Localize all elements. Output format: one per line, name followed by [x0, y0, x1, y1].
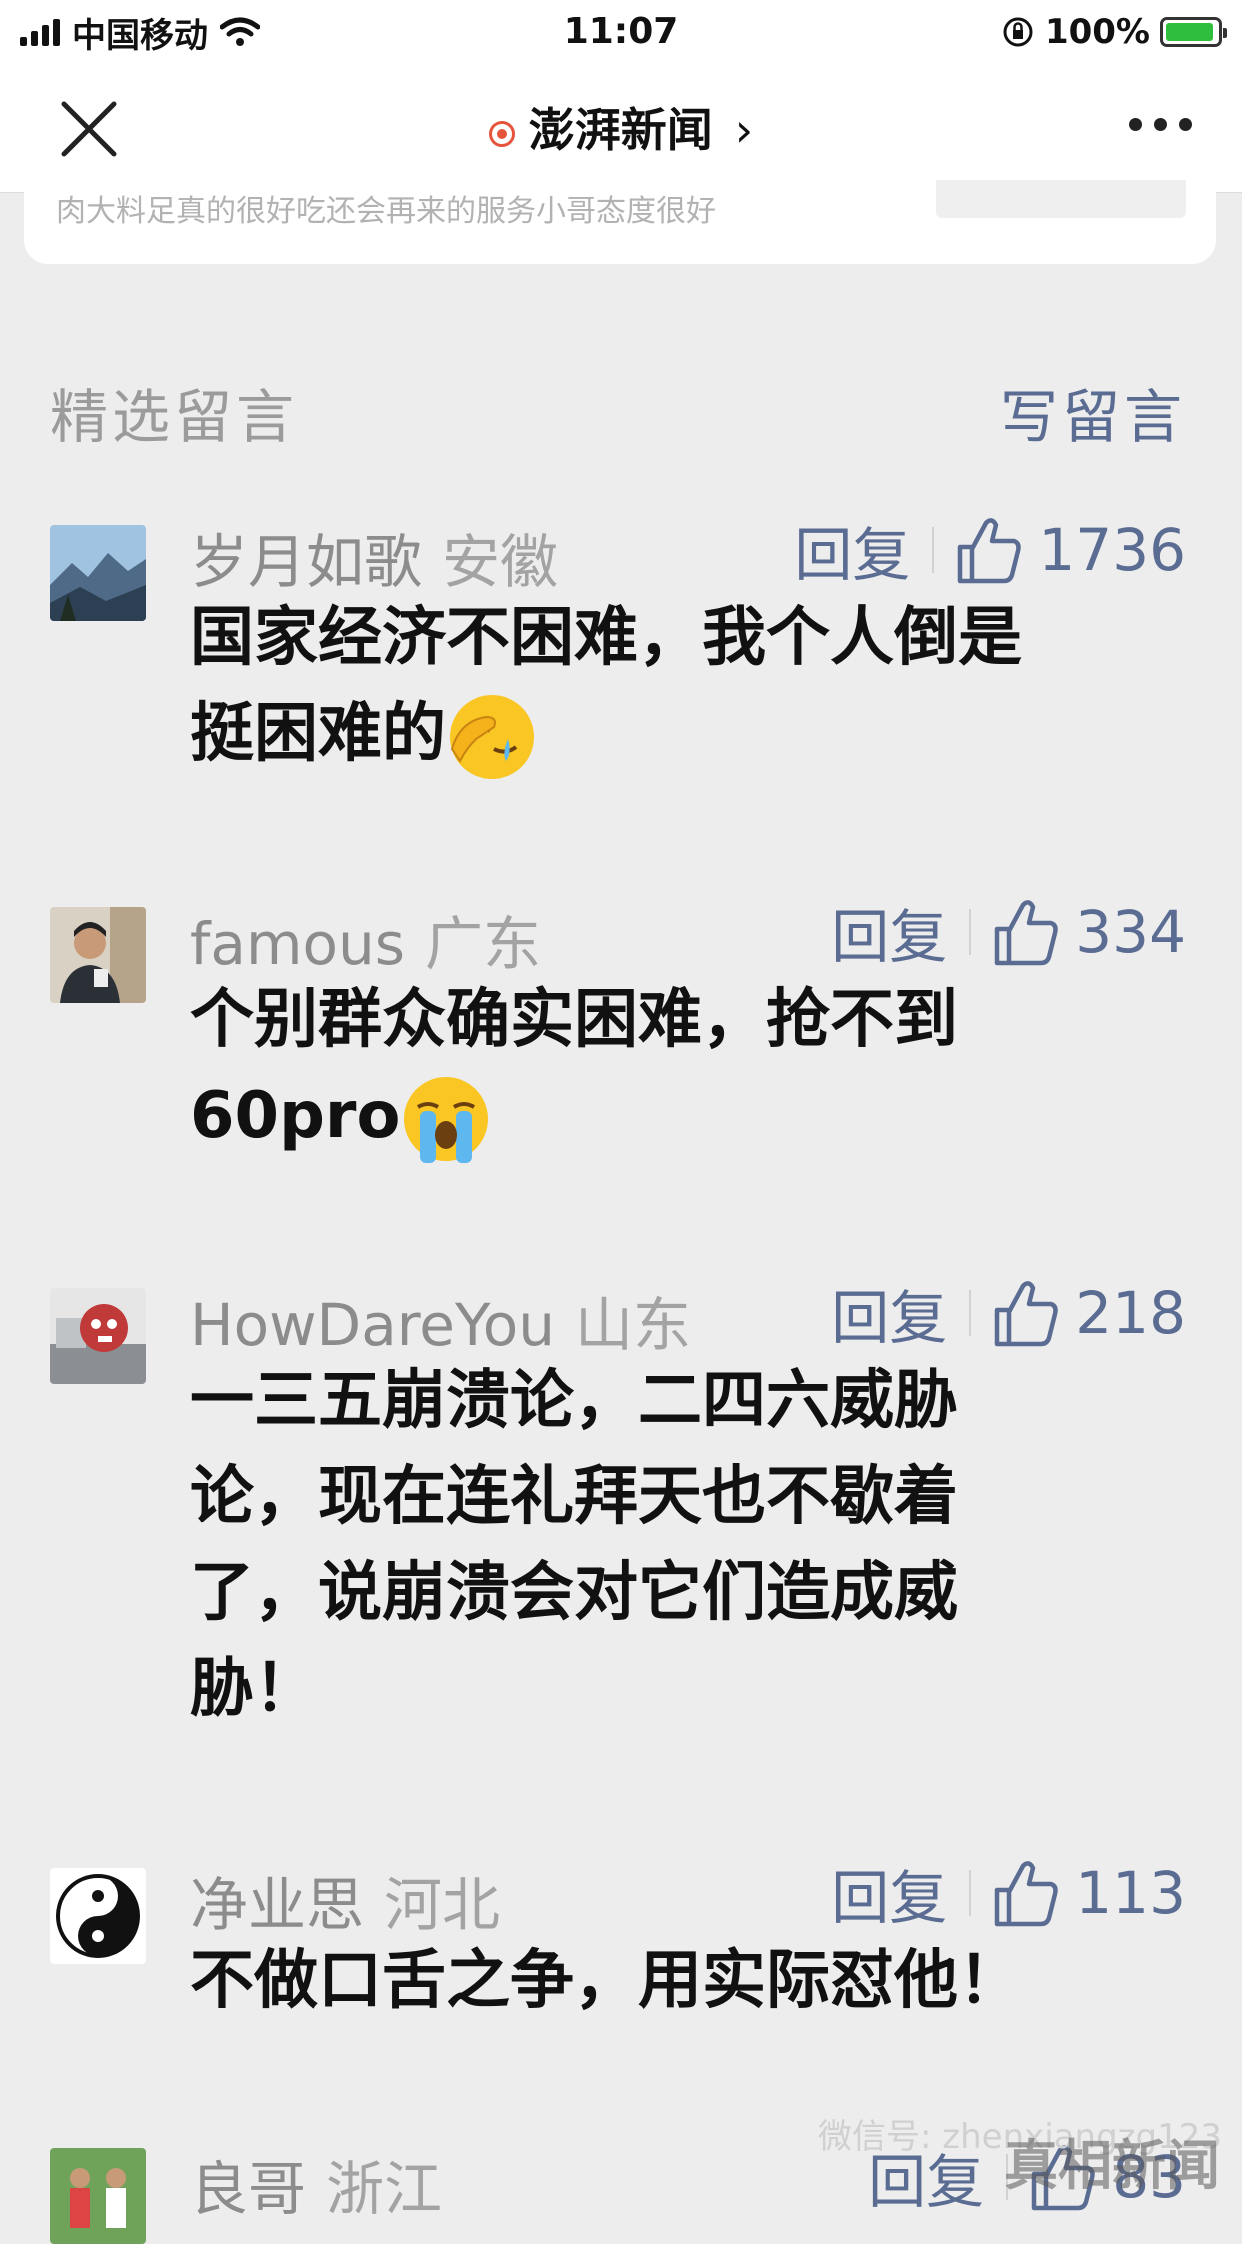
loudly-crying-emoji: [404, 1077, 489, 1164]
section-title: 精选留言: [50, 383, 299, 451]
author-location: 广东: [424, 910, 541, 978]
comment-line: 不做口舌之争，用实际怼他！: [190, 1944, 1022, 2018]
comment-line: 一三五崩溃论，二四六威胁: [190, 1364, 958, 1438]
comment-line: 60pro: [190, 1079, 401, 1153]
comment-actions: 回复 218: [831, 1278, 1186, 1352]
card-text: 肉大料足真的很好吃还会再来的服务小哥态度很好: [56, 194, 716, 229]
status-bar: 中国移动 11:07 100%: [0, 0, 1242, 62]
card-thumbnail: [936, 180, 1186, 218]
write-comment-button[interactable]: 写留言: [1000, 370, 1186, 454]
reply-button[interactable]: 回复: [831, 1271, 947, 1355]
thumbs-up-icon[interactable]: [993, 1858, 1059, 1928]
comment-author: 岁月如歌 安徽: [190, 515, 558, 599]
reply-button[interactable]: 回复: [831, 1851, 947, 1935]
comment-text: 不做口舌之争，用实际怼他！: [190, 1933, 1150, 2029]
author-name: famous: [190, 910, 405, 978]
thumbs-up-icon[interactable]: [993, 1278, 1059, 1348]
divider: [932, 527, 935, 573]
divider: [969, 909, 972, 955]
like-count: 113: [1075, 1859, 1186, 1927]
comment-actions: 回复 113: [831, 1858, 1186, 1932]
comment-line-2: 60pro: [190, 1068, 1150, 1165]
like-count: 1736: [1038, 516, 1186, 584]
avatar[interactable]: [50, 2148, 146, 2244]
status-bar-right: 100%: [1001, 10, 1227, 54]
author-name: 净业思: [190, 1871, 365, 1939]
author-name: 岁月如歌: [190, 528, 423, 596]
comment-text: 国家经济不困难，我个人倒是 挺困难的: [190, 590, 1150, 783]
comment-author: famous 广东: [190, 897, 541, 981]
more-icon[interactable]: [1129, 118, 1192, 131]
comment-line-2: 挺困难的: [190, 686, 1150, 783]
author-location: 山东: [574, 1291, 691, 1359]
comment-actions: 回复 1736: [794, 515, 1186, 589]
author-location: 河北: [384, 1871, 501, 1939]
divider: [969, 1870, 972, 1916]
account-name: 澎湃新闻: [528, 103, 713, 157]
comment-line: 胁！: [190, 1652, 318, 1726]
comment-text: 一三五崩溃论，二四六威胁 论，现在连礼拜天也不歇着 了，说崩溃会对它们造成威 胁…: [190, 1353, 1150, 1737]
orientation-lock-icon: [1003, 17, 1033, 47]
battery-percent: 100%: [1044, 12, 1150, 52]
comment-author: 净业思 河北: [190, 1858, 500, 1942]
facepalm-crying-emoji: [450, 695, 534, 780]
author-name: HowDareYou: [190, 1291, 555, 1359]
comment-author: 良哥 浙江: [190, 2142, 442, 2226]
thumbs-up-icon[interactable]: [993, 897, 1059, 967]
live-dot-icon: [488, 120, 515, 147]
comment-line: 个别群众确实困难，抢不到: [190, 983, 958, 1057]
avatar[interactable]: [50, 1868, 146, 1964]
watermark-brand: 真相新闻: [1004, 2134, 1220, 2197]
thumbs-up-icon[interactable]: [956, 515, 1022, 585]
chevron-right-icon: ›: [734, 103, 754, 157]
comment-text: 个别群众确实困难，抢不到 60pro: [190, 972, 1150, 1165]
author-name: 良哥: [190, 2155, 307, 2223]
comment-actions: 回复 334: [831, 897, 1186, 971]
author-location: 浙江: [326, 2155, 443, 2223]
comment-line: 国家经济不困难，我个人倒是: [190, 601, 1022, 675]
avatar[interactable]: [50, 1288, 146, 1384]
author-location: 安徽: [442, 528, 559, 596]
avatar[interactable]: [50, 907, 146, 1003]
like-count: 218: [1075, 1279, 1186, 1347]
battery-icon: [1160, 17, 1227, 47]
nav-bar: 澎湃新闻 ›: [0, 62, 1242, 193]
comment-line: 挺困难的: [190, 697, 446, 771]
comment-author: HowDareYou 山东: [190, 1278, 691, 1362]
article-card[interactable]: 肉大料足真的很好吃还会再来的服务小哥态度很好: [24, 180, 1216, 264]
avatar[interactable]: [50, 525, 146, 621]
comment-line: 了，说崩溃会对它们造成威: [190, 1556, 958, 1630]
account-title-link[interactable]: 澎湃新闻 ›: [0, 100, 1242, 160]
like-count: 334: [1075, 898, 1186, 966]
divider: [969, 1290, 972, 1336]
reply-button[interactable]: 回复: [794, 508, 910, 592]
comment-line: 论，现在连礼拜天也不歇着: [190, 1460, 958, 1534]
reply-button[interactable]: 回复: [831, 890, 947, 974]
